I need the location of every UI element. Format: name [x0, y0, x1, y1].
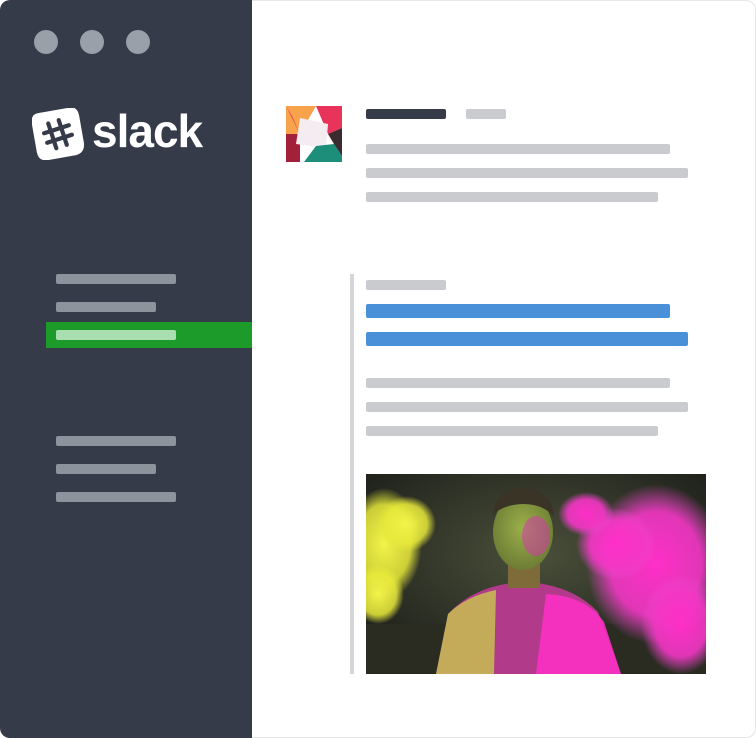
attachment-description-line — [366, 402, 688, 412]
attachment-border — [350, 274, 354, 674]
sidebar: slack — [0, 0, 252, 738]
slack-hash-logo-icon — [32, 108, 84, 160]
sidebar-item[interactable] — [56, 274, 176, 284]
message-author[interactable] — [366, 109, 446, 119]
message-text-line — [366, 192, 658, 202]
app-logo: slack — [32, 104, 203, 164]
attachment-description-line — [366, 426, 658, 436]
sidebar-item[interactable] — [56, 436, 176, 446]
attachment-description-line — [366, 378, 670, 388]
app-name: slack — [92, 105, 203, 157]
sidebar-item-active-label — [56, 330, 176, 340]
window-maximize-button[interactable] — [126, 30, 150, 54]
message-timestamp — [466, 109, 506, 119]
sidebar-item[interactable] — [56, 492, 176, 502]
sidebar-item[interactable] — [56, 464, 156, 474]
message-text-line — [366, 168, 688, 178]
user-avatar[interactable] — [286, 106, 342, 162]
window-minimize-button[interactable] — [80, 30, 104, 54]
sidebar-item[interactable] — [56, 302, 156, 312]
attachment-site-name — [366, 280, 446, 290]
attachment-image[interactable] — [366, 474, 706, 674]
window-close-button[interactable] — [34, 30, 58, 54]
attachment-title-link[interactable] — [366, 304, 670, 318]
message-text-line — [366, 144, 670, 154]
attachment-title-link[interactable] — [366, 332, 688, 346]
app-window: slack — [0, 0, 756, 738]
